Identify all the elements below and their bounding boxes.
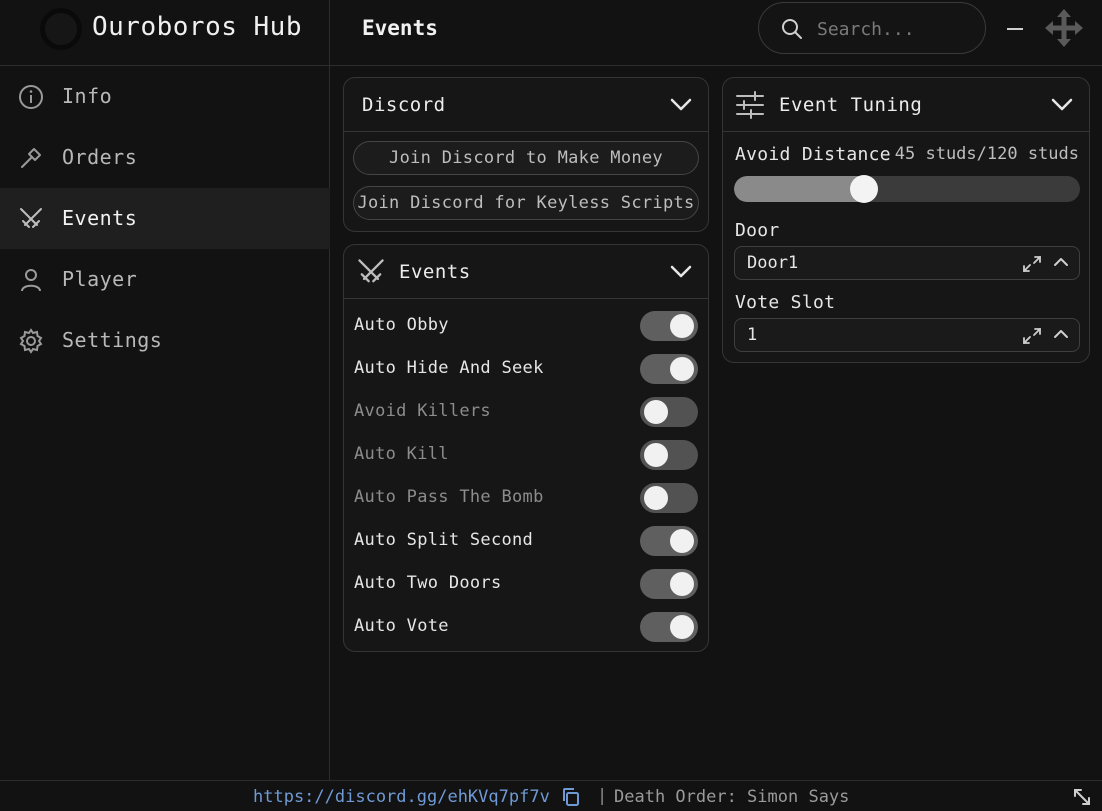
sidebar-item-label: Orders — [62, 145, 138, 169]
vote-slot-label: Vote Slot — [735, 292, 836, 313]
toggle-switch[interactable] — [640, 612, 698, 642]
sliders-icon — [736, 91, 764, 119]
expand-icon[interactable] — [1021, 254, 1043, 274]
info-icon — [19, 85, 43, 109]
sidebar-item-settings[interactable]: Settings — [0, 310, 330, 371]
toggle-knob — [670, 529, 694, 553]
toggle-row-auto-pass-the-bomb[interactable]: Auto Pass The Bomb — [354, 481, 698, 515]
discord-panel-header[interactable]: Discord — [344, 78, 708, 132]
sidebar-item-events[interactable]: Events — [0, 188, 330, 249]
logo — [40, 8, 82, 50]
events-panel-title: Events — [399, 261, 471, 283]
toggle-knob — [644, 443, 668, 467]
toggle-knob — [670, 357, 694, 381]
sidebar-item-label: Info — [62, 84, 113, 108]
search-input[interactable] — [817, 14, 967, 44]
door-dropdown[interactable]: Door1 — [734, 246, 1080, 280]
avoid-distance-value: 45 studs/120 studs — [894, 144, 1079, 164]
copy-icon[interactable] — [561, 787, 581, 807]
chevron-down-icon[interactable] — [1051, 98, 1073, 112]
events-panel-header[interactable]: Events — [344, 245, 708, 299]
events-panel: Events Auto Obby Auto Hide And Seek Avoi… — [343, 244, 709, 652]
slider-fill — [734, 176, 864, 202]
toggle-label: Auto Hide And Seek — [354, 358, 544, 378]
toggle-switch[interactable] — [640, 440, 698, 470]
toggle-knob — [670, 615, 694, 639]
toggle-row-auto-two-doors[interactable]: Auto Two Doors — [354, 567, 698, 601]
join-discord-keyless-button[interactable]: Join Discord for Keyless Scripts — [353, 186, 699, 220]
app-title: Ouroboros Hub — [92, 12, 302, 42]
chevron-down-icon[interactable] — [670, 98, 692, 112]
crossed-swords-icon — [20, 208, 42, 228]
sidebar-item-label: Settings — [62, 328, 163, 352]
toggle-label: Auto Two Doors — [354, 573, 502, 593]
app-window: Ouroboros Hub Events Search... Info Orde… — [0, 0, 1102, 811]
sidebar: Info Orders Events Player Settings — [0, 66, 330, 780]
toggle-label: Avoid Killers — [354, 401, 491, 421]
sidebar-item-label: Events — [62, 206, 138, 230]
toggle-row-avoid-killers[interactable]: Avoid Killers — [354, 395, 698, 429]
discord-link[interactable]: https://discord.gg/ehKVq7pf7v — [253, 787, 550, 807]
gear-icon — [19, 328, 43, 354]
resize-icon[interactable] — [1072, 787, 1092, 807]
toggle-row-auto-hide-and-seek[interactable]: Auto Hide And Seek — [354, 352, 698, 386]
toggle-knob — [644, 400, 668, 424]
sidebar-item-orders[interactable]: Orders — [0, 127, 330, 188]
avoid-distance-slider[interactable] — [734, 176, 1080, 202]
toggle-switch[interactable] — [640, 354, 698, 384]
slider-handle[interactable] — [849, 175, 878, 203]
page-title: Events — [362, 16, 438, 40]
move-icon[interactable] — [1044, 8, 1084, 48]
chevron-up-icon[interactable] — [1053, 329, 1069, 339]
toggle-switch[interactable] — [640, 397, 698, 427]
toggle-switch[interactable] — [640, 526, 698, 556]
toggle-row-auto-kill[interactable]: Auto Kill — [354, 438, 698, 472]
search-icon — [782, 19, 802, 39]
status-separator: | — [597, 786, 608, 806]
sidebar-item-info[interactable]: Info — [0, 66, 330, 127]
toggle-knob — [670, 572, 694, 596]
event-tuning-panel-header[interactable]: Event Tuning — [723, 78, 1089, 132]
event-tuning-panel: Event Tuning Avoid Distance 45 studs/120… — [722, 77, 1090, 363]
toggle-label: Auto Kill — [354, 444, 449, 464]
crossed-swords-icon — [358, 259, 384, 283]
toggle-knob — [670, 314, 694, 338]
toggle-label: Auto Obby — [354, 315, 449, 335]
chevron-down-icon[interactable] — [670, 265, 692, 279]
minimize-button[interactable] — [1004, 12, 1028, 42]
search-box[interactable] — [758, 2, 986, 54]
toggle-switch[interactable] — [640, 483, 698, 513]
toggle-row-auto-split-second[interactable]: Auto Split Second — [354, 524, 698, 558]
toggle-label: Auto Split Second — [354, 530, 534, 550]
vote-slot-dropdown[interactable]: 1 — [734, 318, 1080, 352]
toggle-switch[interactable] — [640, 569, 698, 599]
top-bar: Ouroboros Hub Events — [0, 0, 1102, 66]
avoid-distance-label: Avoid Distance — [735, 144, 891, 165]
expand-icon[interactable] — [1021, 326, 1043, 346]
toggle-label: Auto Pass The Bomb — [354, 487, 544, 507]
brand-area: Ouroboros Hub — [0, 0, 330, 66]
toggle-row-auto-obby[interactable]: Auto Obby — [354, 309, 698, 343]
door-dropdown-value: Door1 — [747, 253, 799, 273]
chevron-up-icon[interactable] — [1053, 257, 1069, 267]
toggle-label: Auto Vote — [354, 616, 449, 636]
toggle-knob — [644, 486, 668, 510]
death-order-status: Death Order: Simon Says — [614, 787, 850, 807]
sidebar-item-player[interactable]: Player — [0, 249, 330, 310]
vote-slot-dropdown-value: 1 — [747, 325, 758, 345]
discord-panel-title: Discord — [362, 94, 446, 116]
sidebar-item-label: Player — [62, 267, 138, 291]
hammer-icon — [21, 148, 41, 168]
door-label: Door — [735, 220, 780, 241]
event-tuning-panel-title: Event Tuning — [779, 94, 923, 116]
toggle-row-auto-vote[interactable]: Auto Vote — [354, 610, 698, 644]
discord-panel: Discord Join Discord to Make Money Join … — [343, 77, 709, 232]
status-bar: https://discord.gg/ehKVq7pf7v | Death Or… — [0, 780, 1102, 811]
user-icon — [21, 269, 41, 292]
toggle-switch[interactable] — [640, 311, 698, 341]
join-discord-money-button[interactable]: Join Discord to Make Money — [353, 141, 699, 175]
